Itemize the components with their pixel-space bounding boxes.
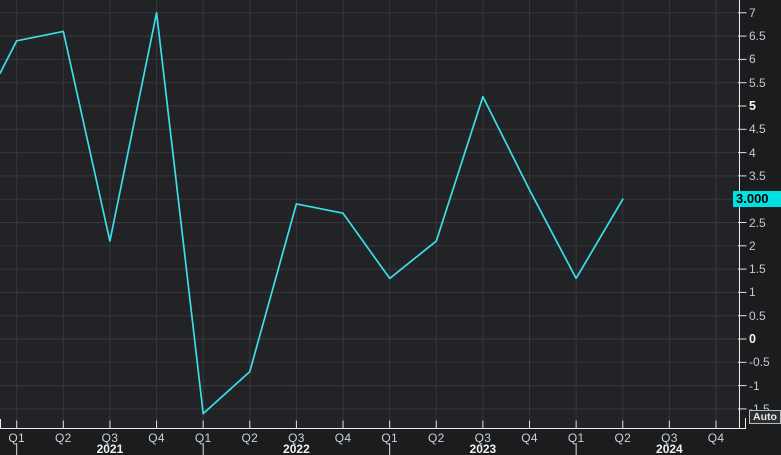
x-axis-label-q: Q1 (561, 432, 591, 445)
x-axis-label-q: Q4 (328, 432, 358, 445)
y-axis-label: 6 (749, 52, 781, 66)
x-axis-label-q: Q2 (48, 432, 78, 445)
y-axis-label: 7 (749, 6, 781, 20)
x-axis-year-label: 2023 (461, 443, 505, 455)
y-axis-label: 3.5 (749, 169, 781, 183)
x-axis-label-q: Q1 (2, 432, 32, 445)
chart-canvas[interactable] (0, 0, 781, 455)
y-axis-label: 0 (749, 332, 781, 346)
y-axis-label: 4.5 (749, 122, 781, 136)
y-axis-label: 5 (749, 99, 781, 113)
x-axis-label-q: Q2 (235, 432, 265, 445)
tick-marks (17, 13, 747, 455)
x-axis-label-q: Q2 (421, 432, 451, 445)
x-axis-year-label: 2022 (274, 443, 318, 455)
y-axis-label: 4 (749, 146, 781, 160)
y-axis-label: 2 (749, 239, 781, 253)
gridlines (0, 0, 739, 428)
x-axis-label-q: Q4 (701, 432, 731, 445)
x-axis-label-q: Q4 (142, 432, 172, 445)
axis-frame (0, 0, 746, 429)
x-axis-label-q: Q2 (608, 432, 638, 445)
y-axis-label: 6.5 (749, 29, 781, 43)
y-axis-label: 2.5 (749, 216, 781, 230)
last-value-badge: 3.000 (733, 191, 781, 207)
x-axis-label-q: Q4 (515, 432, 545, 445)
x-axis-label-q: Q1 (188, 432, 218, 445)
x-axis-year-label: 2021 (88, 443, 132, 455)
y-axis-label: 1.5 (749, 262, 781, 276)
y-axis-label: 5.5 (749, 76, 781, 90)
y-axis-label: -1 (749, 379, 781, 393)
y-axis-label: 0.5 (749, 309, 781, 323)
x-axis-label-q: Q1 (375, 432, 405, 445)
y-axis-label: -0.5 (749, 355, 781, 369)
chart-window: Q1Q2Q3Q4Q1Q2Q3Q4Q1Q2Q3Q4Q1Q2Q3Q420212022… (0, 0, 781, 455)
x-axis-year-label: 2024 (647, 443, 691, 455)
y-axis-label: 1 (749, 285, 781, 299)
auto-scale-button[interactable]: Auto (749, 410, 781, 424)
